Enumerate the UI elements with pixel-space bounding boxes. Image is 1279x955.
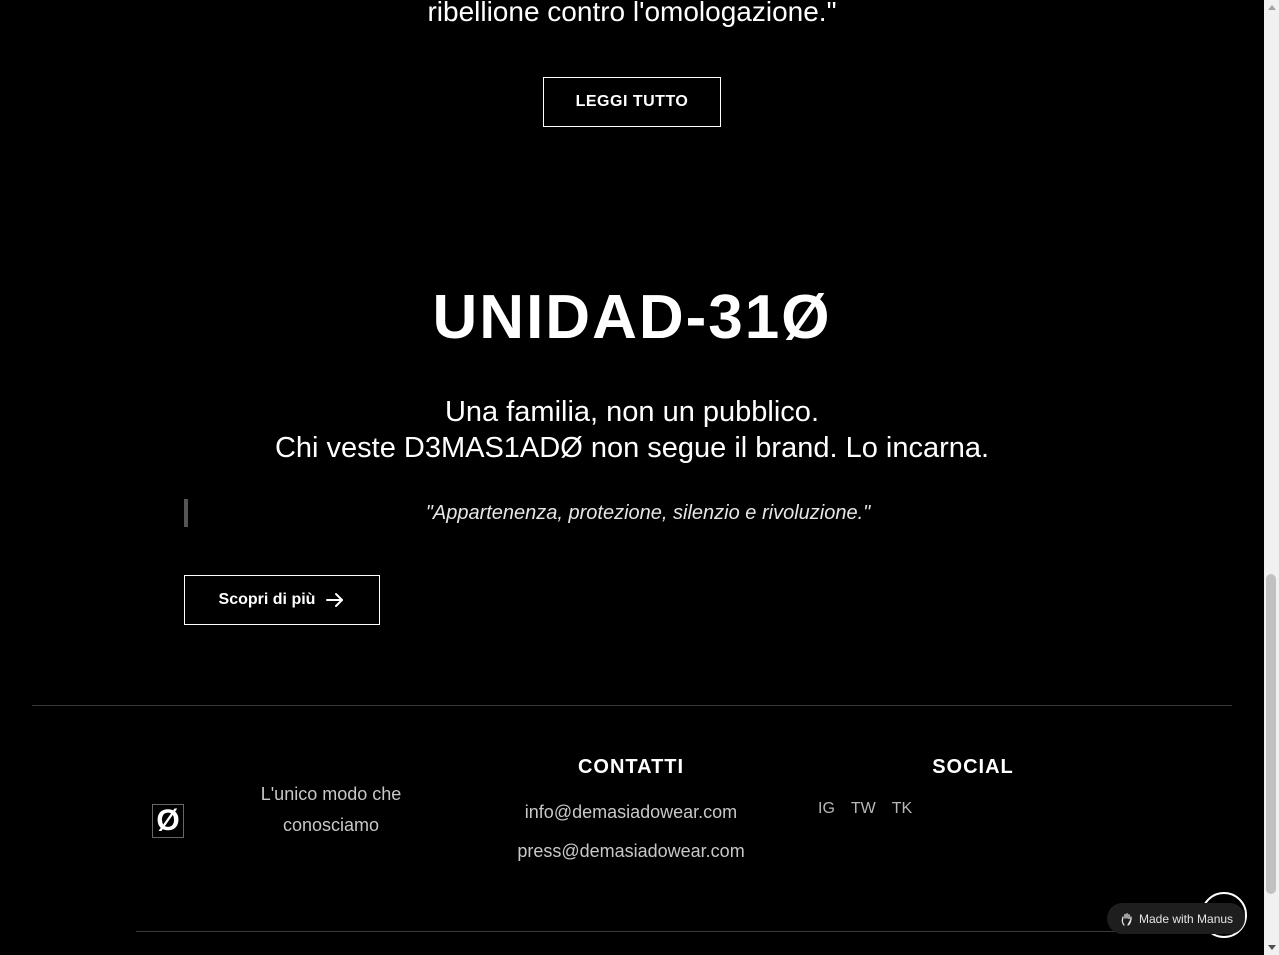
made-with-manus-badge[interactable]: Made with Manus bbox=[1107, 903, 1246, 934]
social-link-instagram[interactable]: IG bbox=[818, 800, 835, 818]
social-links: IG TW TK bbox=[818, 800, 912, 818]
footer-divider-top bbox=[32, 705, 1232, 706]
vertical-scrollbar[interactable] bbox=[1264, 0, 1279, 955]
read-more-button[interactable]: LEGGI TUTTO bbox=[543, 77, 721, 127]
scrollbar-thumb[interactable] bbox=[1266, 574, 1276, 894]
unidad-subtitle-line1: Una familia, non un pubblico. bbox=[444, 396, 819, 428]
arrow-right-icon bbox=[326, 593, 344, 607]
social-link-twitter[interactable]: TW bbox=[851, 800, 876, 818]
footer-tagline: L'unico modo che conosciamo bbox=[260, 784, 402, 835]
footer-logo[interactable]: Ø bbox=[152, 804, 184, 838]
scroll-up-icon[interactable] bbox=[1268, 5, 1276, 10]
discover-more-button[interactable]: Scopri di più bbox=[184, 575, 380, 625]
unidad-subtitle: Una familia, non un pubblico. Chi veste … bbox=[0, 394, 1264, 466]
social-heading: SOCIAL bbox=[932, 756, 1014, 778]
unidad-subtitle-line2: Chi veste D3MAS1ADØ non segue il brand. … bbox=[274, 432, 990, 464]
contact-email-info[interactable]: info@demasiadowear.com bbox=[481, 802, 781, 823]
discover-more-label: Scopri di più bbox=[218, 591, 316, 608]
contact-email-press[interactable]: press@demasiadowear.com bbox=[481, 841, 781, 862]
footer-divider-bottom bbox=[136, 931, 1229, 932]
manus-hand-icon bbox=[1121, 912, 1132, 926]
made-with-manus-label: Made with Manus bbox=[1139, 911, 1234, 926]
scroll-down-icon[interactable] bbox=[1268, 945, 1276, 950]
contacts-heading: CONTATTI bbox=[577, 756, 685, 778]
page: ribellione contro l'omologazione." LEGGI… bbox=[0, 0, 1279, 955]
hero-quote-text: ribellione contro l'omologazione." bbox=[427, 0, 837, 27]
social-link-tiktok[interactable]: TK bbox=[892, 800, 912, 818]
unidad-blockquote: "Appartenenza, protezione, silenzio e ri… bbox=[184, 499, 1108, 527]
unidad-title: UNIDAD-31Ø bbox=[432, 283, 832, 352]
